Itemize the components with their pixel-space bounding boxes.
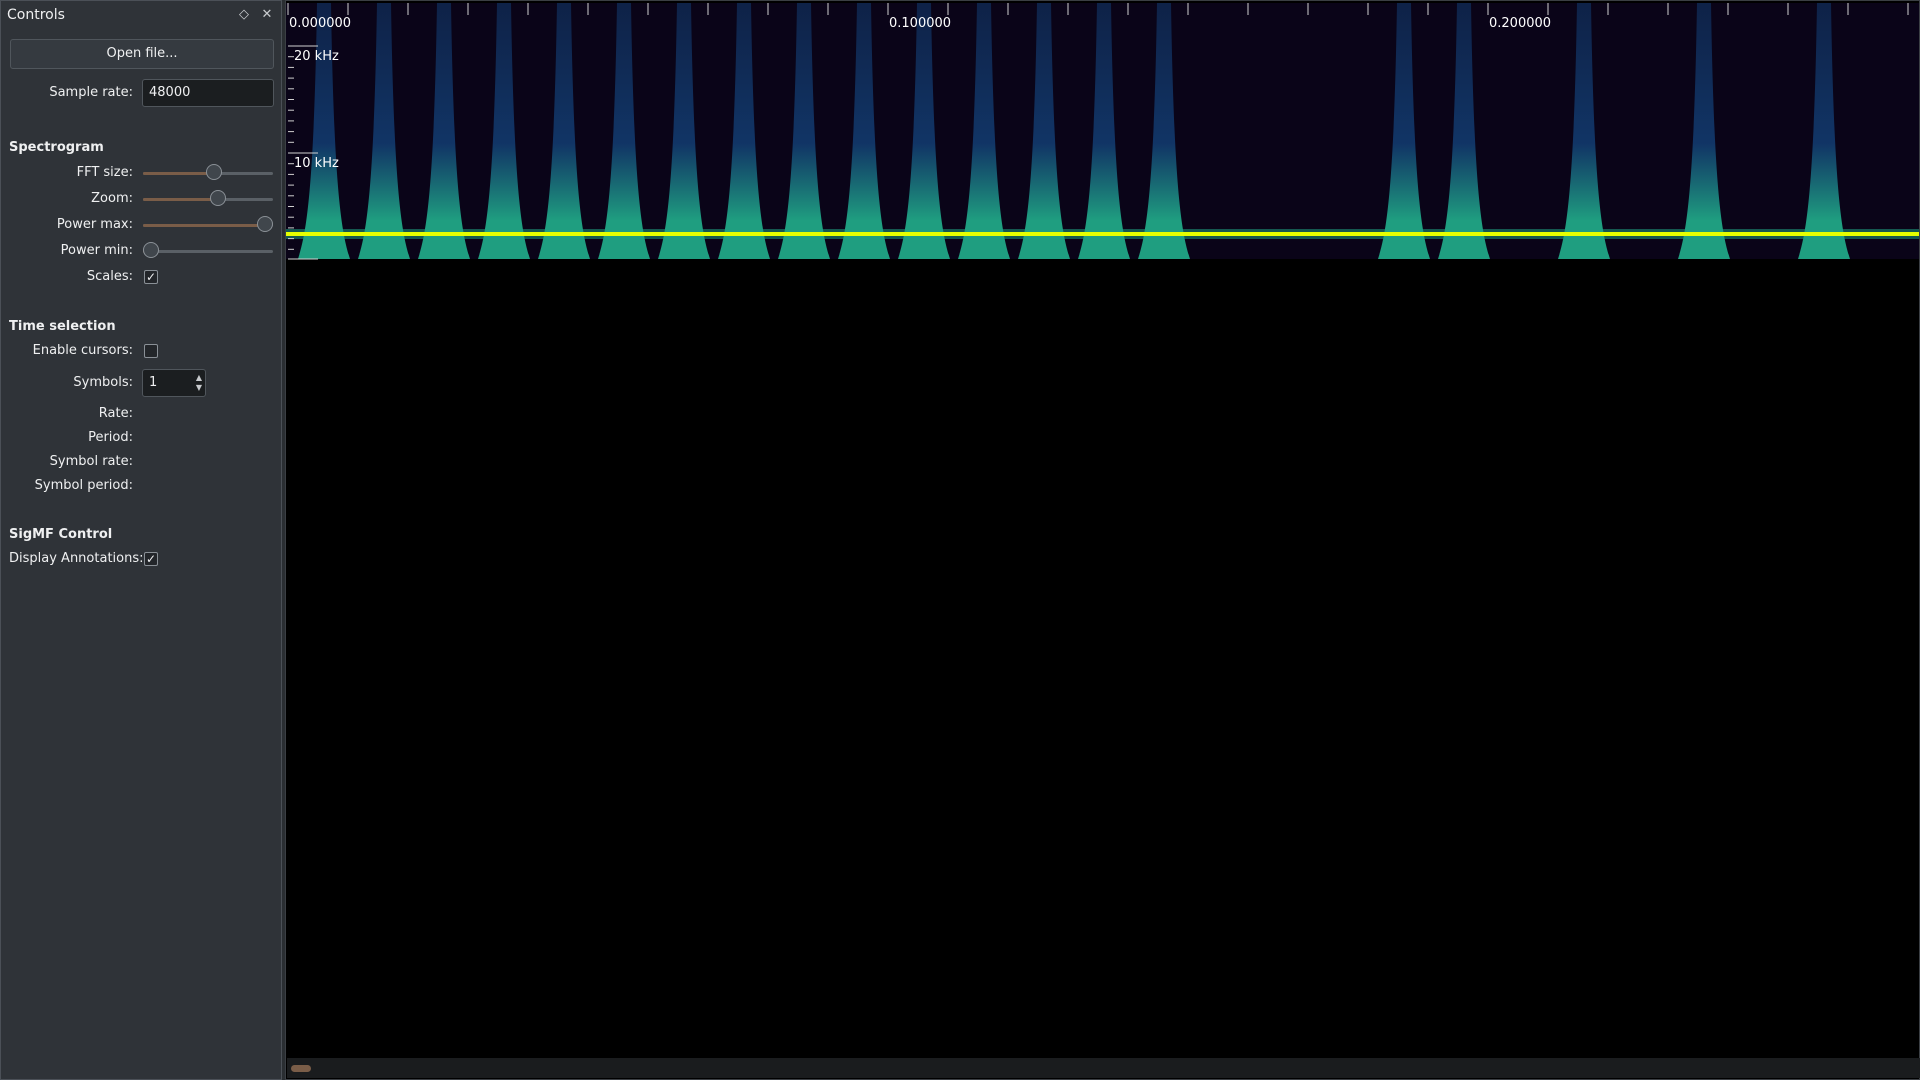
enable-cursors-label: Enable cursors:	[32, 343, 133, 358]
time-selection-heading: Time selection	[9, 319, 116, 334]
scrollbar-handle[interactable]	[291, 1065, 311, 1072]
freq-tick-label: 10 kHz	[294, 156, 339, 171]
sample-rate-label: Sample rate:	[49, 85, 133, 100]
symbol-period-label: Symbol period:	[34, 478, 133, 493]
carrier-line	[286, 232, 1919, 236]
dock-title: Controls	[7, 7, 65, 23]
period-label: Period:	[88, 430, 133, 445]
fft-size-label: FFT size:	[76, 165, 133, 180]
power-min-slider[interactable]	[143, 242, 273, 260]
symbols-label: Symbols:	[73, 375, 133, 390]
controls-dock: Controls ◇ ✕ Open file... Sample rate: 4…	[0, 0, 282, 1080]
sigmf-heading: SigMF Control	[9, 527, 113, 542]
spin-down-icon[interactable]: ▼	[196, 384, 202, 392]
zoom-slider[interactable]	[143, 190, 273, 208]
float-icon[interactable]: ◇	[235, 6, 253, 24]
close-icon[interactable]: ✕	[258, 6, 276, 24]
enable-cursors-checkbox[interactable]	[144, 344, 158, 358]
display-annotations-checkbox[interactable]: ✓	[144, 552, 158, 566]
freq-tick-label: 20 kHz	[294, 49, 339, 64]
spin-up-icon[interactable]: ▲	[196, 374, 202, 382]
scales-label: Scales:	[86, 269, 133, 284]
symbols-value: 1	[149, 375, 158, 390]
power-max-slider-handle[interactable]	[257, 216, 273, 232]
time-tick-label: 0.100000	[889, 16, 951, 31]
zoom-label: Zoom:	[91, 191, 133, 206]
open-file-button[interactable]: Open file...	[10, 39, 274, 69]
zoom-slider-handle[interactable]	[210, 190, 227, 206]
fft-size-slider[interactable]	[143, 164, 273, 182]
spectrogram-canvas: 0.000000 0.100000 0.200000 20 kHz 10 kHz	[286, 3, 1919, 260]
power-max-slider[interactable]	[143, 216, 273, 234]
power-min-label: Power min:	[60, 243, 133, 258]
time-tick-label: 0.000000	[289, 16, 351, 31]
horizontal-scrollbar[interactable]	[287, 1058, 1920, 1078]
display-annotations-label: Display Annotations:	[9, 551, 144, 566]
time-tick-label: 0.200000	[1489, 16, 1551, 31]
spectrogram-plot[interactable]: 0.000000 0.100000 0.200000 20 kHz 10 kHz	[285, 0, 1920, 1080]
rate-label: Rate:	[98, 406, 133, 421]
power-min-slider-handle[interactable]	[143, 242, 159, 258]
spectrogram-heading: Spectrogram	[9, 140, 104, 155]
symbol-rate-label: Symbol rate:	[49, 454, 133, 469]
sample-rate-input[interactable]: 48000	[142, 79, 274, 107]
fft-size-slider-handle[interactable]	[205, 164, 222, 180]
power-max-label: Power max:	[56, 217, 133, 232]
scales-checkbox[interactable]: ✓	[144, 270, 158, 284]
symbols-spinbox[interactable]: 1 ▲ ▼	[142, 369, 206, 397]
